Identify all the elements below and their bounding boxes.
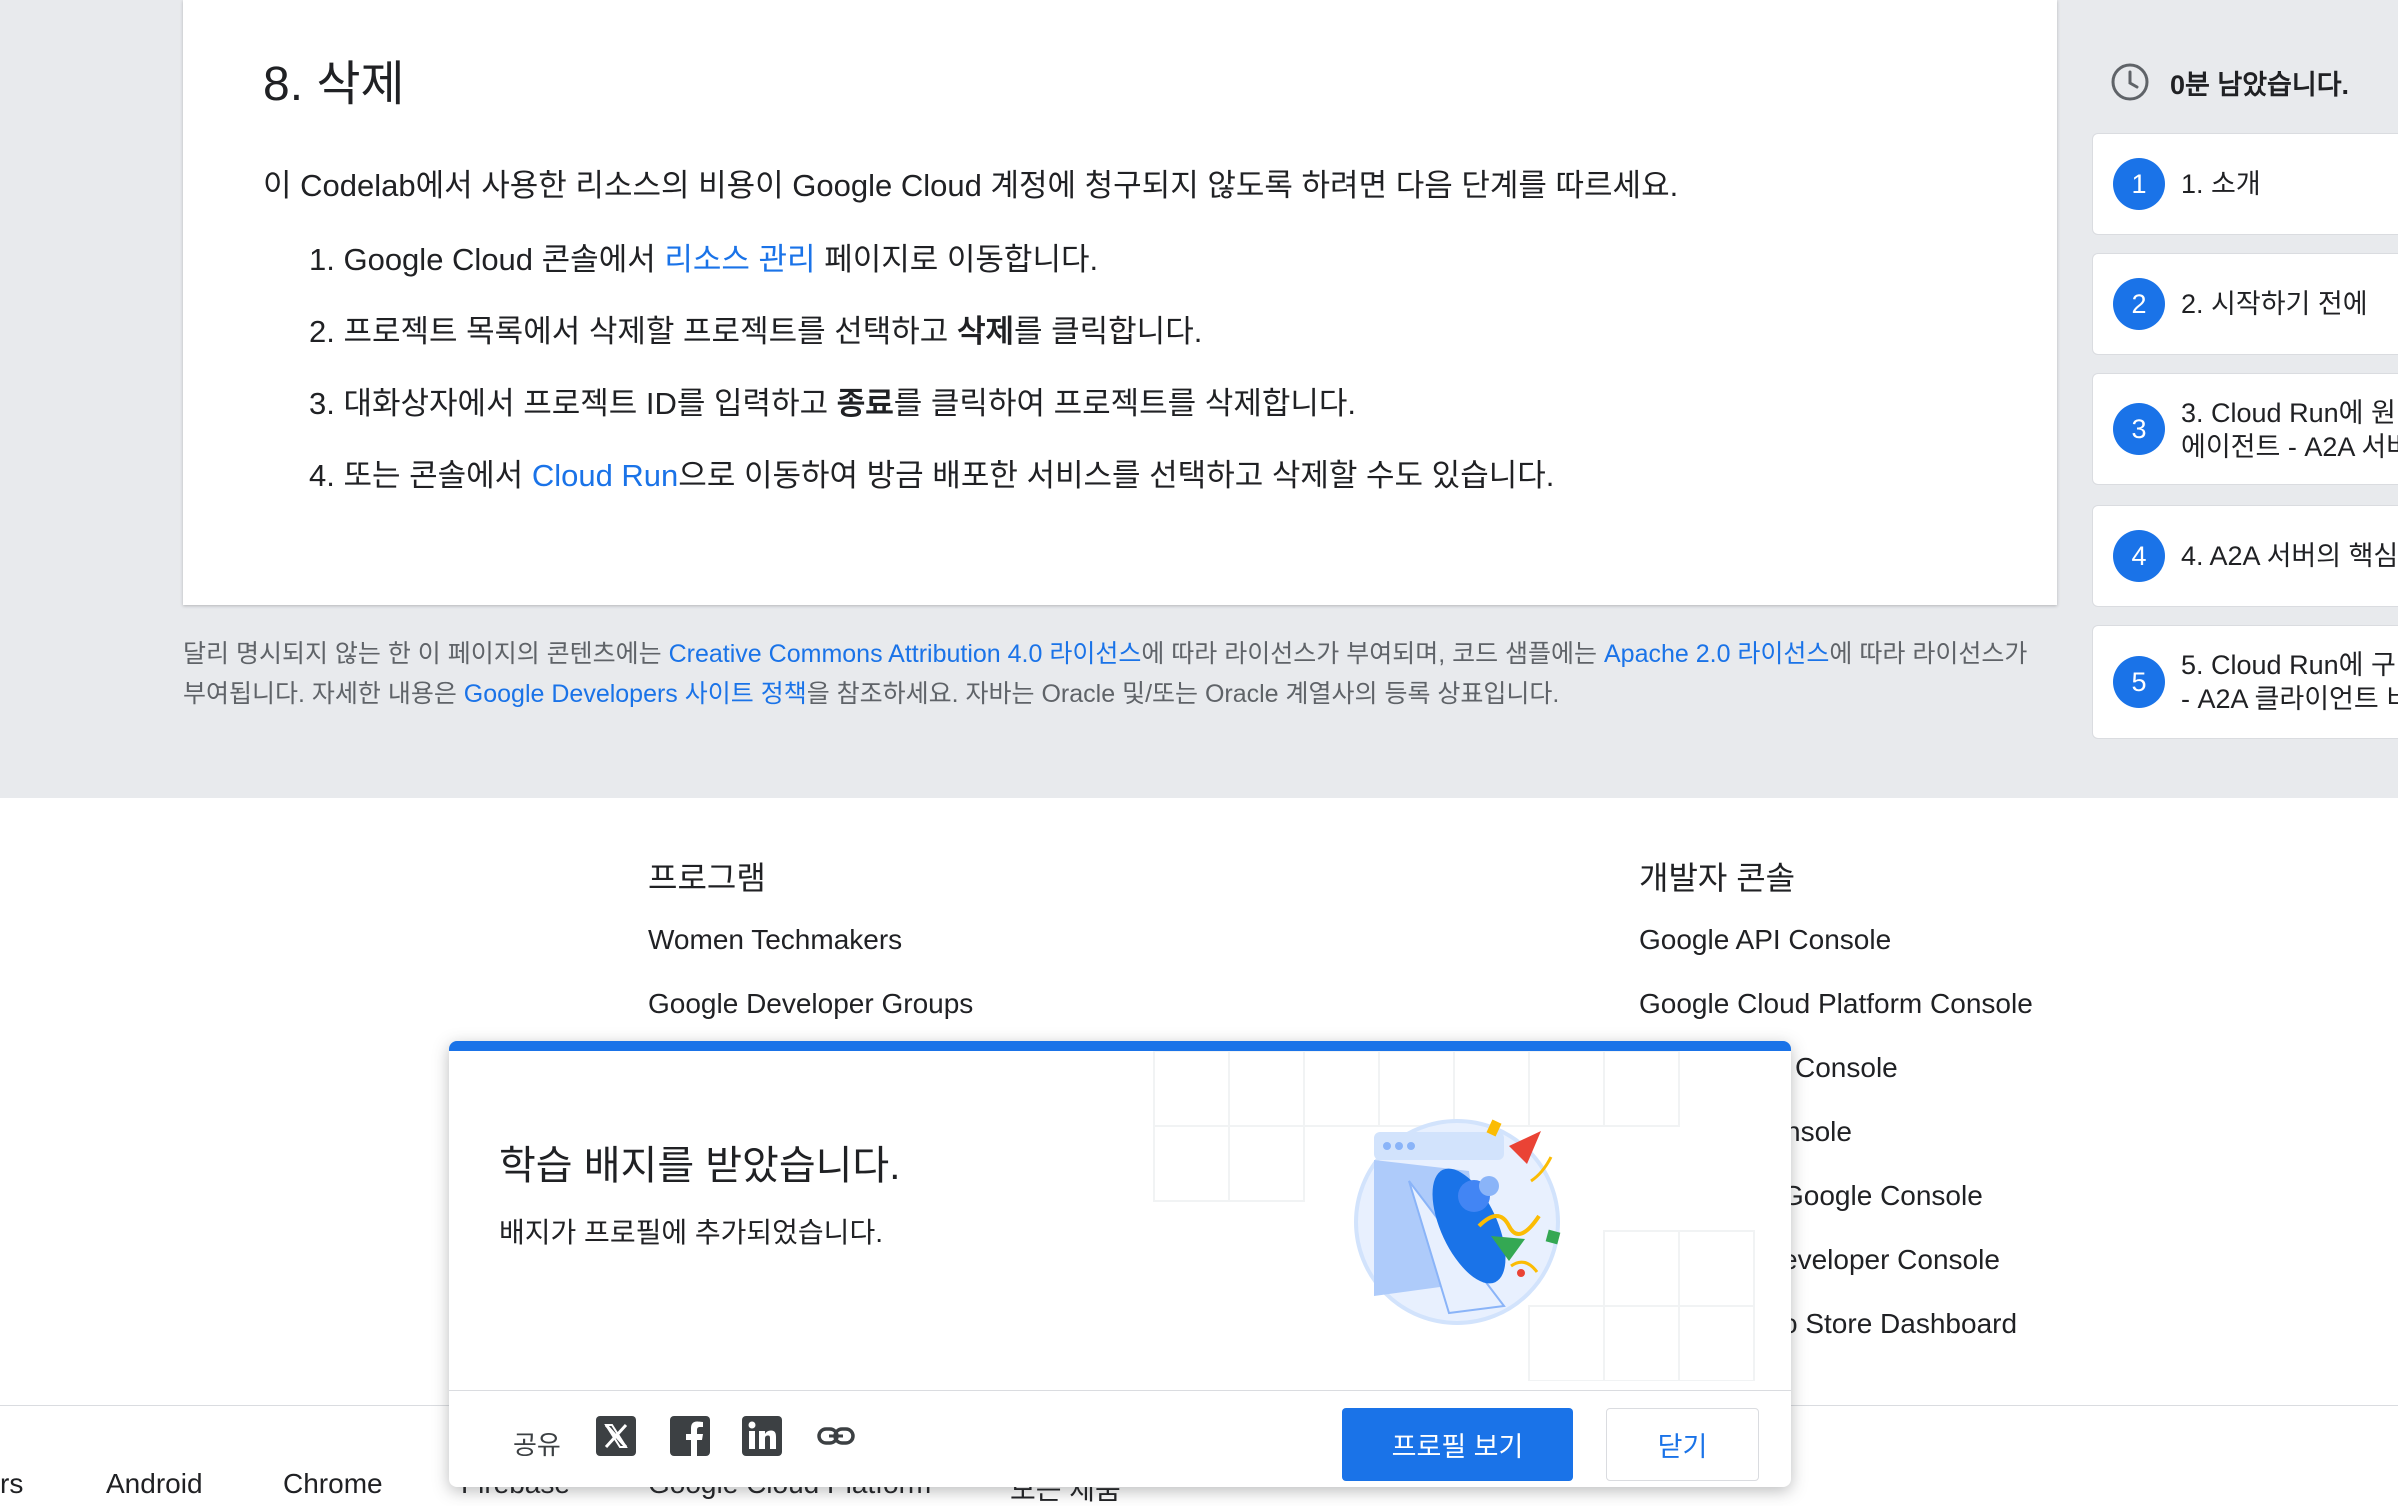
- list-item-text: 4. 또는 콘솔에서: [309, 458, 532, 493]
- footer-link[interactable]: Google API Console: [1639, 924, 1891, 956]
- toc-step-number: 3: [2113, 403, 2165, 455]
- list-item: 3. 대화상자에서 프로젝트 ID를 입력하고 종료를 클릭하여 프로젝트를 삭…: [309, 380, 1554, 452]
- cloud-run-link[interactable]: Cloud Run: [532, 458, 678, 493]
- time-remaining: 0분 남았습니다.: [2110, 62, 2349, 102]
- facebook-icon[interactable]: [669, 1415, 711, 1457]
- footer-link[interactable]: Google Cloud Platform Console: [1639, 988, 2033, 1020]
- toc-item-4[interactable]: 4 4. A2A 서버의 핵심: [2092, 505, 2398, 607]
- footer-link[interactable]: Google Developer Groups: [648, 988, 973, 1020]
- list-item-text: 를 클릭합니다.: [1013, 314, 1203, 349]
- toc-item-2[interactable]: 2 2. 시작하기 전에: [2092, 253, 2398, 355]
- toc-step-label-line: 에이전트 - A2A 서버: [2181, 432, 2398, 462]
- list-item: 2. 프로젝트 목록에서 삭제할 프로젝트를 선택하고 삭제를 클릭합니다.: [309, 308, 1554, 380]
- license-text: 에 따라 라이선스가 부여되며, 코드 샘플에는: [1141, 640, 1604, 668]
- share-label: 공유: [513, 1430, 561, 1460]
- list-item-text: 2. 프로젝트 목록에서 삭제할 프로젝트를 선택하고: [309, 314, 957, 349]
- toc-sidebar: 0분 남았습니다. 1 1. 소개 2 2. 시작하기 전에 3 3. Clou…: [2090, 0, 2398, 798]
- list-item-text: 으로 이동하여 방금 배포한 서비스를 선택하고 삭제할 수도 있습니다.: [678, 458, 1555, 493]
- view-profile-button[interactable]: 프로필 보기: [1342, 1408, 1573, 1481]
- footer-programs-title: 프로그램: [648, 860, 766, 896]
- toc-step-label-line: 3. Cloud Run에 원: [2181, 398, 2396, 428]
- dialog-subtitle: 배지가 프로필에 추가되었습니다.: [499, 1217, 883, 1248]
- footer-link[interactable]: Women Techmakers: [648, 924, 902, 956]
- link-icon[interactable]: [815, 1415, 857, 1457]
- toc-step-label: 2. 시작하기 전에: [2181, 289, 2368, 319]
- footer-link[interactable]: nsole: [1785, 1116, 1852, 1148]
- footer-product-link[interactable]: Android: [106, 1468, 203, 1500]
- codelab-content-area: 8. 삭제 이 Codelab에서 사용한 리소스의 비용이 Google Cl…: [0, 0, 2398, 798]
- clock-icon: [2111, 63, 2149, 101]
- badge-illustration: [1153, 1051, 1755, 1381]
- license-text: 을 참조하세요. 자바는 Oracle 및/또는 Oracle 계열사의 등록 …: [806, 680, 1560, 708]
- list-item-text: 페이지로 이동합니다.: [815, 242, 1099, 277]
- cc-license-link[interactable]: Creative Commons Attribution 4.0 라이선스: [669, 640, 1142, 668]
- toc-item-1[interactable]: 1 1. 소개: [2092, 133, 2398, 235]
- site-policy-link[interactable]: Google Developers 사이트 정책: [464, 680, 807, 708]
- footer-product-link[interactable]: rs: [0, 1468, 23, 1500]
- x-icon[interactable]: [595, 1415, 637, 1457]
- step-title: 8. 삭제: [263, 58, 405, 111]
- toc-step-number: 4: [2113, 530, 2165, 582]
- footer-link[interactable]: o Store Dashboard: [1782, 1308, 2017, 1340]
- toc-step-label: 3. Cloud Run에 원에이전트 - A2A 서버: [2181, 396, 2398, 464]
- toc-step-number: 5: [2113, 656, 2165, 708]
- list-item: 1. Google Cloud 콘솔에서 리소스 관리 페이지로 이동합니다.: [309, 236, 1554, 308]
- toc-step-label: 1. 소개: [2181, 169, 2261, 199]
- apache-license-link[interactable]: Apache 2.0 라이선스: [1604, 640, 1829, 668]
- list-item-bold: 종료: [836, 386, 894, 421]
- toc-step-number: 1: [2113, 158, 2165, 210]
- badge-earned-dialog: 학습 배지를 받았습니다. 배지가 프로필에 추가되었습니다. 공유 프로필 보…: [449, 1041, 1791, 1487]
- close-button[interactable]: 닫기: [1606, 1408, 1759, 1481]
- toc-step-label: 4. A2A 서버의 핵심: [2181, 541, 2398, 571]
- license-notice: 달리 명시되지 않는 한 이 페이지의 콘텐츠에는 Creative Commo…: [183, 634, 2043, 714]
- footer-link[interactable]: eveloper Console: [1782, 1244, 2000, 1276]
- step-card: 8. 삭제 이 Codelab에서 사용한 리소스의 비용이 Google Cl…: [183, 0, 2057, 605]
- footer-link[interactable]: Google Console: [1782, 1180, 1983, 1212]
- linkedin-icon[interactable]: [741, 1415, 783, 1457]
- list-item-bold: 삭제: [956, 314, 1014, 349]
- footer-link[interactable]: Console: [1795, 1052, 1898, 1084]
- time-remaining-text: 0분 남았습니다.: [2170, 69, 2350, 100]
- toc-step-label-line: 5. Cloud Run에 구: [2181, 650, 2396, 680]
- resource-manager-link[interactable]: 리소스 관리: [664, 242, 815, 277]
- license-text: 달리 명시되지 않는 한 이 페이지의 콘텐츠에는: [183, 640, 669, 668]
- list-item-text: 를 클릭하여 프로젝트를 삭제합니다.: [893, 386, 1357, 421]
- list-item-text: 1. Google Cloud 콘솔에서: [309, 242, 665, 277]
- dialog-title: 학습 배지를 받았습니다.: [499, 1144, 901, 1188]
- list-item: 4. 또는 콘솔에서 Cloud Run으로 이동하여 방금 배포한 서비스를 …: [309, 452, 1554, 524]
- step-intro: 이 Codelab에서 사용한 리소스의 비용이 Google Cloud 계정…: [263, 168, 1679, 203]
- dialog-divider: [449, 1390, 1791, 1391]
- toc-item-3[interactable]: 3 3. Cloud Run에 원에이전트 - A2A 서버: [2092, 373, 2398, 485]
- toc-step-label-line: - A2A 클라이언트 비: [2181, 684, 2398, 714]
- list-item-text: 3. 대화상자에서 프로젝트 ID를 입력하고: [309, 386, 837, 421]
- step-list: 1. Google Cloud 콘솔에서 리소스 관리 페이지로 이동합니다. …: [309, 236, 1554, 524]
- footer-product-link[interactable]: Chrome: [283, 1468, 383, 1500]
- toc-step-label: 5. Cloud Run에 구 - A2A 클라이언트 비: [2181, 648, 2398, 716]
- toc-step-number: 2: [2113, 278, 2165, 330]
- footer-consoles-title: 개발자 콘솔: [1639, 860, 1796, 896]
- toc-item-5[interactable]: 5 5. Cloud Run에 구 - A2A 클라이언트 비: [2092, 625, 2398, 739]
